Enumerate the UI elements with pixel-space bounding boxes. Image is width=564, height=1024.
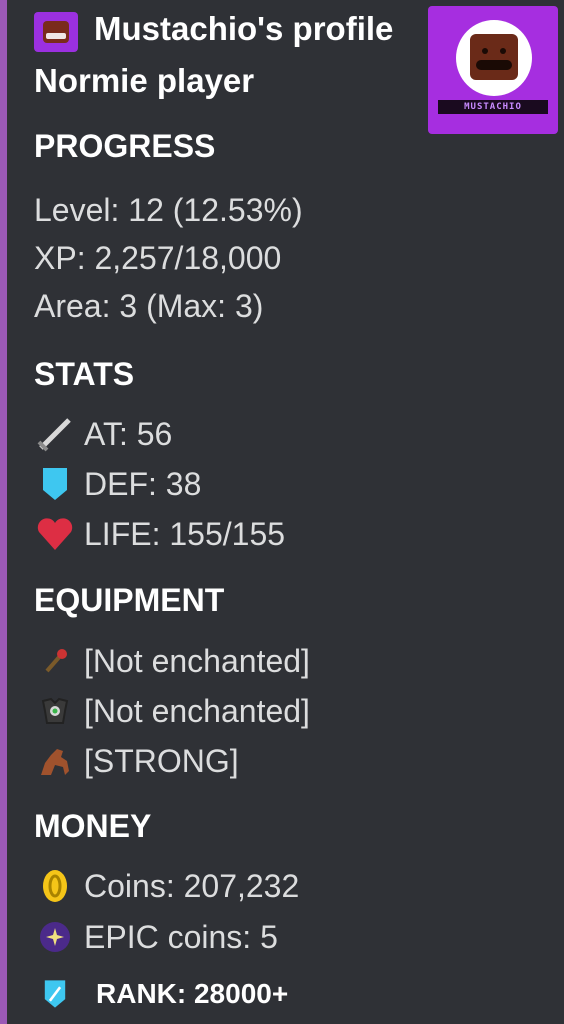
stats-title: STATS	[34, 356, 135, 392]
epic-coin-icon	[34, 917, 76, 957]
coin-icon	[34, 866, 76, 906]
money-title: MONEY	[34, 808, 152, 844]
stat-at-text: AT: 56	[84, 415, 173, 452]
rank-row: RANK: 28000+	[34, 974, 288, 1014]
rank-icon	[34, 974, 76, 1014]
xp-text: XP: 2,257/18,000	[34, 240, 282, 276]
embed-accent-bar	[0, 0, 7, 1024]
thumbnail-banner: MUSTACHIO	[438, 100, 548, 114]
armor-icon	[34, 691, 76, 731]
coins-text: Coins: 207,232	[84, 867, 300, 904]
equip-armor: [Not enchanted]	[34, 691, 310, 731]
stat-life: LIFE: 155/155	[34, 514, 285, 554]
rank-text: RANK: 28000+	[96, 978, 289, 1009]
weapon-icon	[34, 641, 76, 681]
profile-thumbnail[interactable]: MUSTACHIO	[428, 6, 558, 134]
shield-icon	[34, 464, 76, 504]
money-coins: Coins: 207,232	[34, 866, 299, 906]
stat-def-text: DEF: 38	[84, 465, 202, 502]
equip-armor-text: [Not enchanted]	[84, 692, 310, 729]
equip-weapon-text: [Not enchanted]	[84, 642, 310, 679]
stat-at: AT: 56	[34, 414, 172, 454]
sword-icon	[34, 414, 76, 454]
equip-weapon: [Not enchanted]	[34, 641, 310, 681]
equip-horse: [STRONG]	[34, 741, 239, 781]
author-avatar[interactable]	[34, 12, 78, 52]
equip-horse-text: [STRONG]	[84, 742, 239, 779]
stat-def: DEF: 38	[34, 464, 201, 504]
equipment-title: EQUIPMENT	[34, 582, 225, 618]
horse-icon	[34, 741, 76, 781]
epic-coins-text: EPIC coins: 5	[84, 918, 278, 955]
progress-title: PROGRESS	[34, 128, 216, 164]
money-epic-coins: EPIC coins: 5	[34, 917, 278, 957]
level-text: Level: 12 (12.53%)	[34, 192, 303, 228]
stat-life-text: LIFE: 155/155	[84, 515, 286, 552]
player-title: Normie player	[34, 62, 255, 99]
heart-icon	[34, 514, 76, 554]
author-name[interactable]: Mustachio's profile	[94, 10, 393, 48]
area-text: Area: 3 (Max: 3)	[34, 288, 264, 324]
